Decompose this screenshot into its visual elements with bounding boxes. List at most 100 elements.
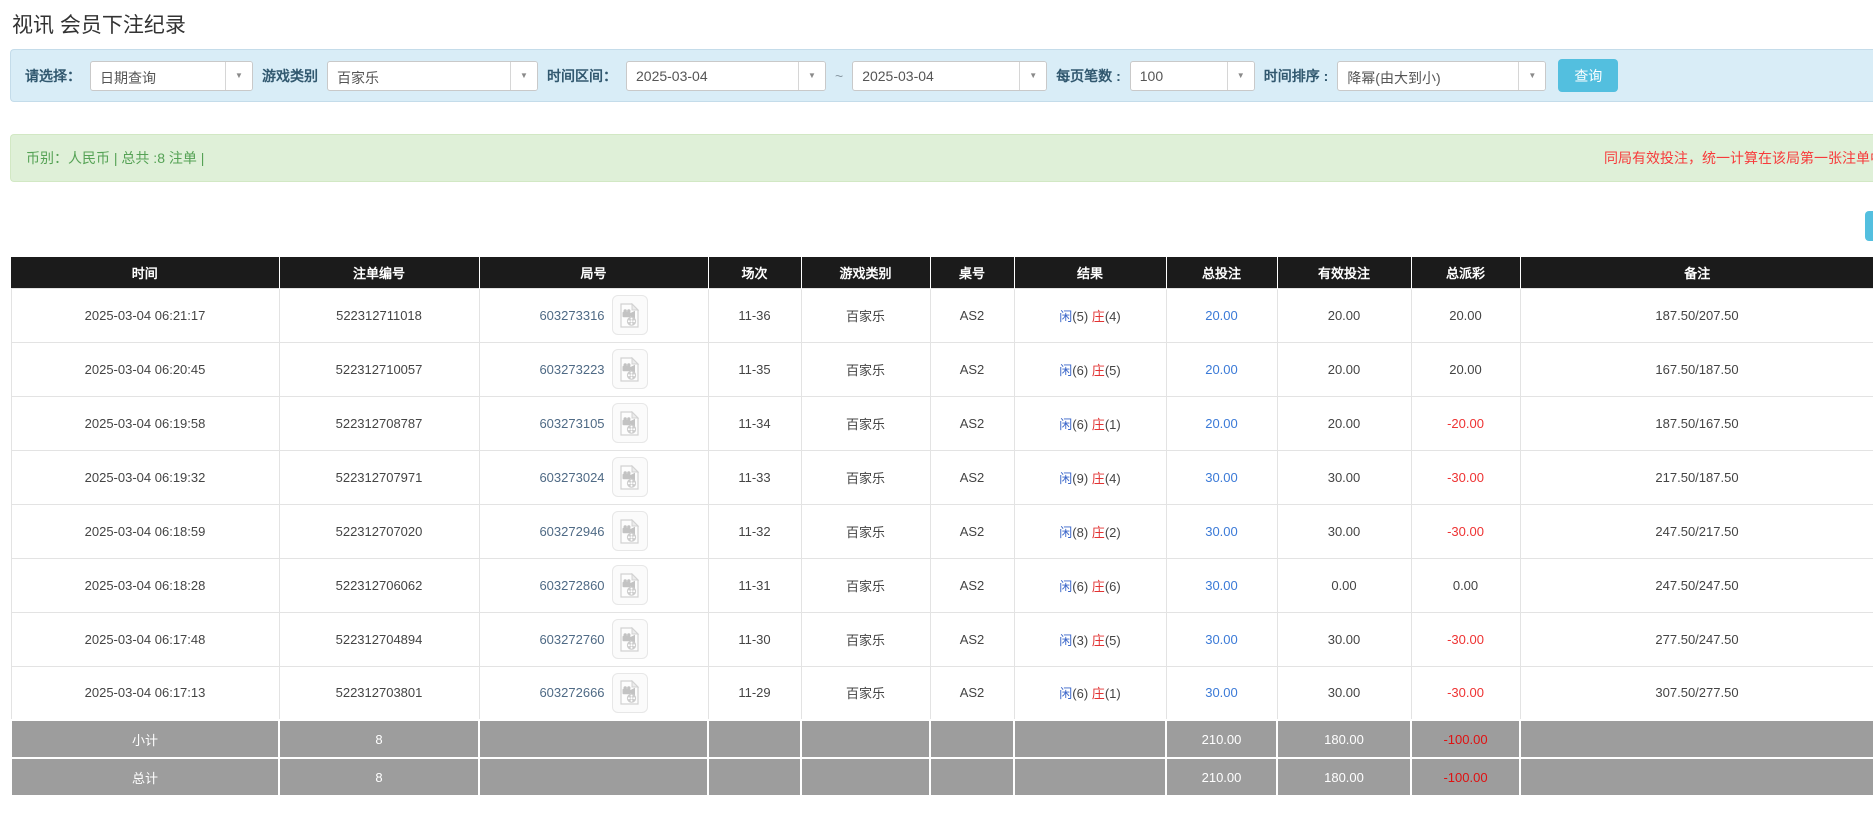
game-type-select-label: 游戏类别 <box>262 66 318 86</box>
page-size-select[interactable]: 100▼ <box>1130 61 1255 91</box>
cell-valid_bet: 20.00 <box>1277 288 1411 342</box>
video-replay-button[interactable] <box>612 565 648 605</box>
cell-game: 百家乐 <box>801 666 930 720</box>
cell-total_bet: 20.00 <box>1166 342 1277 396</box>
table-row: 2025-03-04 06:18:59522312707020603272946… <box>11 504 1873 558</box>
cell-session: 11-32 <box>708 504 801 558</box>
summary-cell-game <box>801 758 930 796</box>
cell-session: 11-33 <box>708 450 801 504</box>
cell-result: 闲(6) 庄(6) <box>1014 558 1166 612</box>
payout-value: -30.00 <box>1447 470 1484 485</box>
summary-cell-result <box>1014 758 1166 796</box>
result-banker-label: 庄 <box>1092 633 1105 648</box>
table-row: 2025-03-04 06:19:58522312708787603273105… <box>11 396 1873 450</box>
cell-bet_id: 522312710057 <box>279 342 479 396</box>
cell-payout: -30.00 <box>1411 612 1520 666</box>
cell-desk: AS2 <box>930 342 1014 396</box>
video-replay-icon <box>619 465 640 490</box>
payout-value: -30.00 <box>1447 685 1484 700</box>
game-type-select[interactable]: 百家乐▼ <box>327 61 538 91</box>
video-replay-button[interactable] <box>612 511 648 551</box>
video-replay-button[interactable] <box>612 403 648 443</box>
summary-cell-session <box>708 720 801 758</box>
col-header-bet_id: 注单编号 <box>279 257 479 288</box>
date-from-select[interactable]: 2025-03-04▼ <box>626 61 826 91</box>
cell-game: 百家乐 <box>801 288 930 342</box>
cell-time: 2025-03-04 06:19:32 <box>11 450 279 504</box>
round-number: 603272946 <box>539 524 604 539</box>
cell-total_bet: 30.00 <box>1166 558 1277 612</box>
video-replay-button[interactable] <box>612 295 648 335</box>
summary-cell-round <box>479 758 708 796</box>
cell-total_bet: 30.00 <box>1166 504 1277 558</box>
table-row: 2025-03-04 06:18:28522312706062603272860… <box>11 558 1873 612</box>
cell-time: 2025-03-04 06:17:48 <box>11 612 279 666</box>
total-bet-value: 20.00 <box>1205 416 1238 431</box>
cell-remark: 187.50/167.50 <box>1520 396 1873 450</box>
cell-total_bet: 30.00 <box>1166 450 1277 504</box>
cell-session: 11-30 <box>708 612 801 666</box>
export-button[interactable] <box>1865 211 1873 241</box>
cell-desk: AS2 <box>930 288 1014 342</box>
round-cell-content: 603273223 <box>539 349 647 389</box>
cell-valid_bet: 30.00 <box>1277 612 1411 666</box>
search-type-select-label: 请选择： <box>25 66 81 86</box>
round-number: 603273105 <box>539 416 604 431</box>
cell-total_bet: 20.00 <box>1166 396 1277 450</box>
summary-cell-time: 小计 <box>11 720 279 758</box>
cell-game: 百家乐 <box>801 342 930 396</box>
total-bet-value: 20.00 <box>1205 308 1238 323</box>
cell-remark: 167.50/187.50 <box>1520 342 1873 396</box>
payout-value: 20.00 <box>1449 308 1482 323</box>
round-number: 603272760 <box>539 632 604 647</box>
col-header-session: 场次 <box>708 257 801 288</box>
result-player-label: 闲 <box>1059 471 1072 486</box>
video-replay-button[interactable] <box>612 673 648 713</box>
sort-order-select[interactable]: 降幂(由大到小)▼ <box>1337 61 1546 91</box>
query-button[interactable]: 查询 <box>1558 59 1618 92</box>
cell-desk: AS2 <box>930 450 1014 504</box>
round-cell-content: 603272666 <box>539 673 647 713</box>
table-row: 2025-03-04 06:19:32522312707971603273024… <box>11 450 1873 504</box>
cell-bet_id: 522312706062 <box>279 558 479 612</box>
col-header-time: 时间 <box>11 257 279 288</box>
result-banker-label: 庄 <box>1092 686 1105 701</box>
col-header-payout: 总派彩 <box>1411 257 1520 288</box>
cell-bet_id: 522312711018 <box>279 288 479 342</box>
round-cell-content: 603272860 <box>539 565 647 605</box>
result-banker-label: 庄 <box>1092 417 1105 432</box>
currency-summary-text: 币别：人民币 | 总共 :8 注单 | <box>26 148 204 168</box>
cell-bet_id: 522312707971 <box>279 450 479 504</box>
round-cell-content: 603272946 <box>539 511 647 551</box>
date-to-select[interactable]: 2025-03-04▼ <box>852 61 1047 91</box>
result-player-label: 闲 <box>1059 309 1072 324</box>
video-replay-icon <box>619 519 640 544</box>
result-player-label: 闲 <box>1059 525 1072 540</box>
result-banker-label: 庄 <box>1092 363 1105 378</box>
video-replay-icon <box>619 627 640 652</box>
result-player-label: 闲 <box>1059 417 1072 432</box>
cell-round: 603273024 <box>479 450 708 504</box>
cell-result: 闲(9) 庄(4) <box>1014 450 1166 504</box>
total-bet-value: 20.00 <box>1205 362 1238 377</box>
result-player-label: 闲 <box>1059 633 1072 648</box>
cell-game: 百家乐 <box>801 504 930 558</box>
video-replay-button[interactable] <box>612 349 648 389</box>
cell-game: 百家乐 <box>801 450 930 504</box>
cell-desk: AS2 <box>930 558 1014 612</box>
sort-order-select-label: 时间排序 : <box>1264 66 1329 86</box>
summary-cell-game <box>801 720 930 758</box>
cell-total_bet: 20.00 <box>1166 288 1277 342</box>
cell-total_bet: 30.00 <box>1166 666 1277 720</box>
video-replay-button[interactable] <box>612 619 648 659</box>
payout-value: -30.00 <box>1447 632 1484 647</box>
summary-cell-total_bet: 210.00 <box>1166 758 1277 796</box>
cell-desk: AS2 <box>930 396 1014 450</box>
cell-desk: AS2 <box>930 612 1014 666</box>
summary-cell-remark <box>1520 758 1873 796</box>
cell-result: 闲(8) 庄(2) <box>1014 504 1166 558</box>
video-replay-button[interactable] <box>612 457 648 497</box>
search-type-select[interactable]: 日期查询▼ <box>90 61 253 91</box>
cell-remark: 187.50/207.50 <box>1520 288 1873 342</box>
cell-bet_id: 522312704894 <box>279 612 479 666</box>
